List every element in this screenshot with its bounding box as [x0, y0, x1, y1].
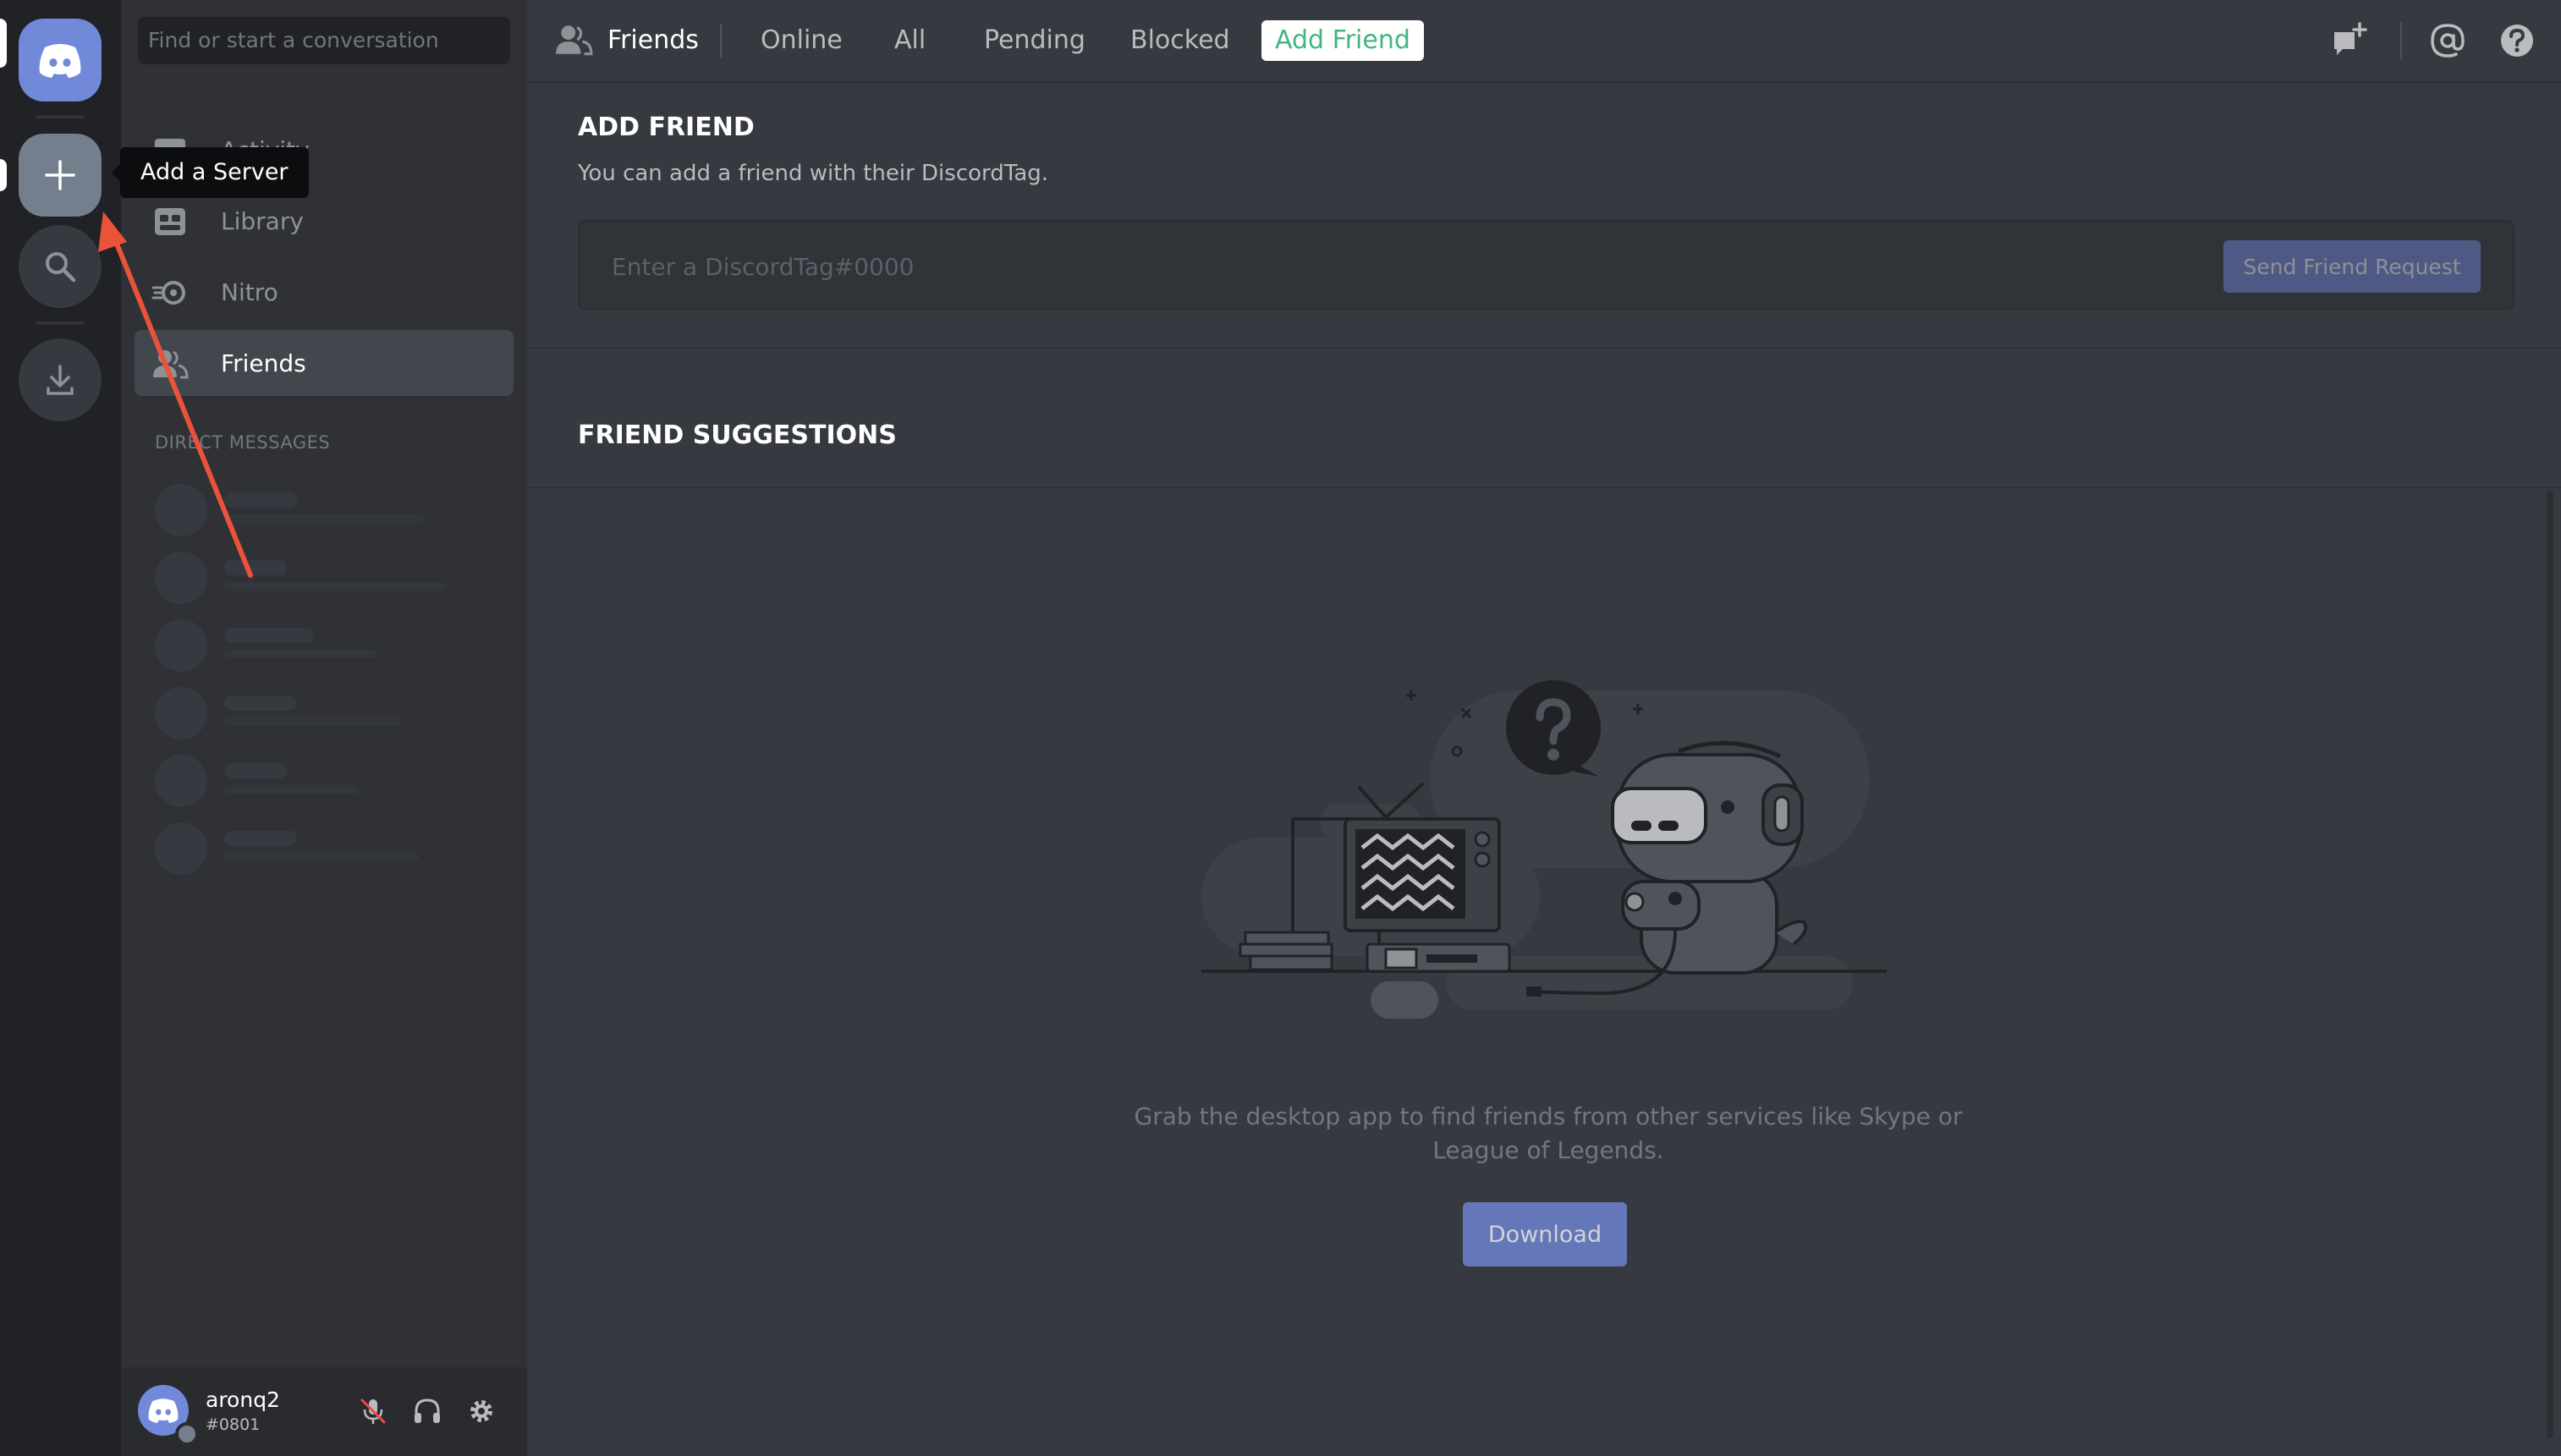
add-friend-title: ADD FRIEND [578, 113, 755, 142]
nitro-icon [151, 281, 185, 305]
tab-pending[interactable]: Pending [984, 20, 1085, 61]
mute-icon[interactable] [358, 1396, 388, 1426]
username: aronq2 [206, 1387, 280, 1412]
sidebar-item-nitro[interactable]: Nitro [135, 259, 514, 325]
user-panel: aronq2 #0801 [121, 1367, 527, 1456]
download-apps-button[interactable] [19, 338, 102, 421]
discord-logo-icon [39, 44, 81, 78]
tab-all[interactable]: All [894, 20, 926, 61]
dm-placeholder [155, 552, 493, 607]
mentions-icon[interactable] [2427, 20, 2468, 61]
selected-pill [0, 19, 7, 68]
search-button[interactable]: Find or start a conversation [138, 17, 510, 64]
settings-gear-icon[interactable] [466, 1396, 497, 1426]
discord-tag-input[interactable] [610, 245, 2221, 288]
add-server-button[interactable] [19, 134, 102, 217]
add-friend-description: You can add a friend with their DiscordT… [578, 161, 1049, 186]
discord-logo-icon [148, 1398, 179, 1423]
help-icon[interactable] [2497, 20, 2537, 61]
rail-divider [36, 321, 85, 325]
section-divider [527, 486, 2561, 488]
explore-servers-button[interactable] [19, 225, 102, 308]
direct-messages-header: DIRECT MESSAGES [155, 432, 331, 453]
home-button[interactable] [19, 19, 102, 102]
new-group-dm-icon[interactable] [2329, 20, 2370, 61]
sidebar-item-label: Library [221, 206, 304, 235]
user-discriminator: #0801 [206, 1415, 261, 1434]
plus-icon [45, 160, 75, 190]
dm-placeholder [155, 755, 493, 810]
sidebar-item-friends[interactable]: Friends [135, 330, 514, 396]
empty-state-message: Grab the desktop app to find friends fro… [1134, 1102, 1963, 1164]
dm-placeholder [155, 619, 493, 675]
friends-icon [556, 25, 593, 56]
header-divider [720, 24, 722, 58]
friends-icon [153, 350, 189, 379]
search-icon [46, 252, 76, 283]
friend-suggestions-title: FRIEND SUGGESTIONS [578, 420, 897, 450]
sidebar-item-label: Nitro [221, 277, 278, 306]
section-divider [527, 347, 2561, 349]
dm-placeholder [155, 822, 493, 878]
status-indicator [175, 1422, 199, 1446]
scrollbar-track[interactable] [2547, 491, 2553, 1438]
download-button[interactable]: Download [1463, 1202, 1627, 1266]
dm-placeholder [155, 687, 493, 743]
send-friend-request-button[interactable]: Send Friend Request [2223, 240, 2481, 293]
hover-pill [0, 159, 7, 191]
tab-add-friend[interactable]: Add Friend [1261, 20, 1424, 61]
tab-blocked[interactable]: Blocked [1130, 20, 1230, 61]
rail-divider [36, 115, 85, 118]
channel-sidebar: Find or start a conversation Activity Li… [121, 0, 527, 1456]
dm-placeholder [155, 484, 493, 540]
header-divider [2400, 22, 2402, 59]
page-title: Friends [607, 25, 699, 55]
search-placeholder: Find or start a conversation [148, 28, 439, 52]
library-icon [155, 208, 185, 235]
add-friend-form: Send Friend Request [578, 220, 2514, 310]
add-server-tooltip: Add a Server [112, 147, 309, 198]
sidebar-item-label: Friends [221, 349, 306, 377]
header-bar: Friends Online All Pending Blocked Add F… [527, 0, 2561, 83]
server-rail [0, 0, 121, 1456]
headphones-icon[interactable] [412, 1396, 442, 1426]
empty-state-illustration [1201, 680, 1887, 1019]
download-icon [47, 365, 74, 395]
tab-online[interactable]: Online [761, 20, 843, 61]
